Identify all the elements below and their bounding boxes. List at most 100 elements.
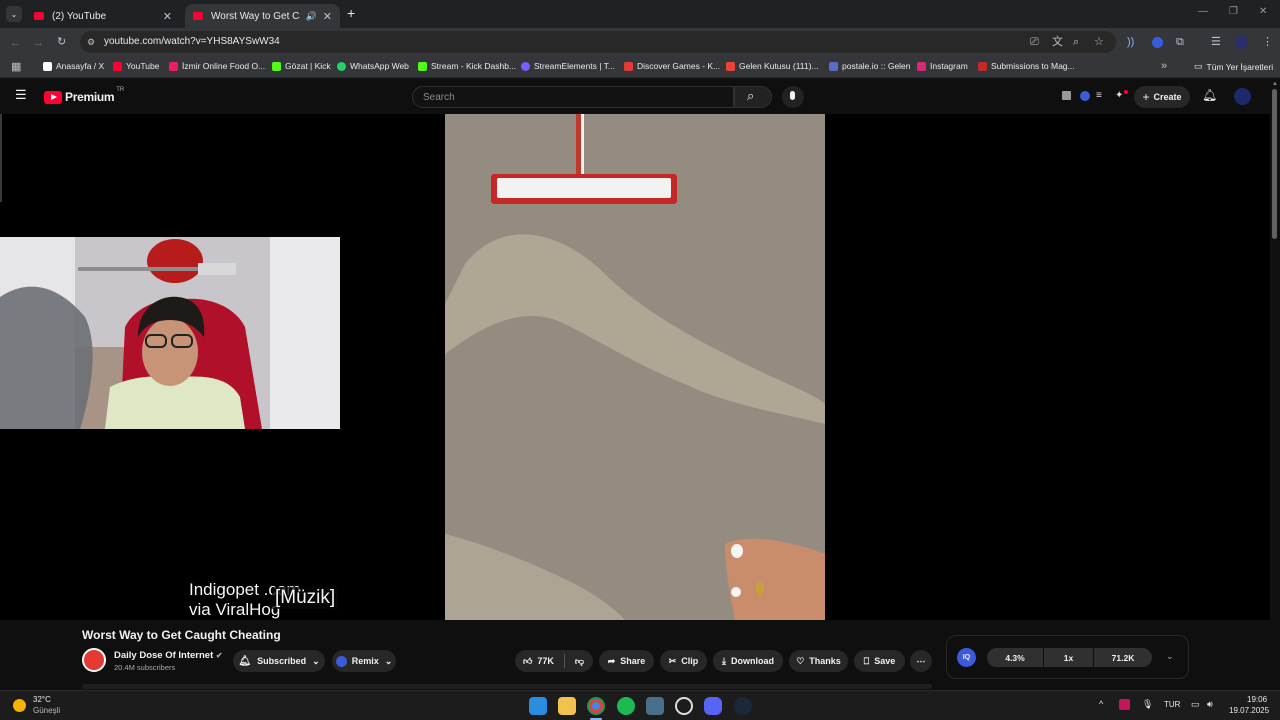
all-bookmarks[interactable]: ▭ Tüm Yer İşaretleri — [1194, 61, 1273, 72]
extension-iq-icon[interactable] — [1080, 91, 1090, 101]
clock-time[interactable]: 19:06 — [1247, 695, 1267, 704]
forward-icon[interactable]: → — [33, 37, 44, 49]
windows-start-icon[interactable] — [529, 697, 547, 715]
steam-icon[interactable] — [734, 697, 752, 715]
bookmark-label: Discover Games - K... — [637, 61, 721, 71]
like-count[interactable]: 77K — [537, 656, 554, 666]
restore-button[interactable]: ❐ — [1229, 6, 1238, 17]
bookmark-instagram[interactable]: Instagram — [917, 61, 968, 71]
account-avatar[interactable] — [1234, 88, 1251, 105]
channel-avatar[interactable] — [82, 648, 106, 672]
spotify-icon[interactable] — [617, 697, 635, 715]
channel-name[interactable]: Daily Dose Of Internet ✔ — [114, 650, 223, 661]
bookmark-kick-dashboard[interactable]: Stream - Kick Dashb... — [418, 61, 516, 71]
tab-search-button[interactable]: ⌄ — [6, 6, 22, 22]
scrollbar-thumb[interactable] — [1272, 89, 1277, 239]
more-actions-button[interactable]: ⋯ — [910, 650, 932, 672]
new-tab-button[interactable]: + — [347, 5, 355, 21]
extensions-puzzle-icon[interactable]: ⧉ — [1176, 36, 1184, 48]
network-icon[interactable]: ▭ — [1191, 699, 1200, 710]
page-scrollbar[interactable]: ▲ — [1270, 79, 1280, 690]
search-button[interactable]: ⌕ — [734, 86, 772, 108]
bookmark-discover-games[interactable]: Discover Games - K... — [624, 61, 720, 71]
volume-icon[interactable]: 🔊︎ — [1207, 699, 1213, 710]
list-icon[interactable]: ≡ — [1096, 90, 1102, 102]
download-icon: ⤓ — [722, 655, 726, 666]
extension-iq-icon[interactable] — [1152, 37, 1163, 48]
chevron-down-icon[interactable]: ⌄ — [1166, 651, 1174, 662]
tab-youtube[interactable]: (2) YouTube ✕ — [26, 4, 180, 28]
weather-desc[interactable]: Güneşli — [33, 706, 60, 715]
media-controls-icon[interactable]: ☰ — [1211, 36, 1221, 48]
file-explorer-icon[interactable] — [558, 697, 576, 715]
bookmark-star-icon[interactable]: ☆ — [1094, 36, 1104, 48]
share-button[interactable]: ➦ Share — [599, 650, 654, 672]
scroll-up-icon[interactable]: ▲ — [1272, 81, 1278, 87]
weather-temp[interactable]: 32°C — [33, 695, 51, 704]
thanks-button[interactable]: ♡ Thanks — [789, 650, 848, 672]
translate-icon[interactable]: 文 — [1052, 36, 1063, 48]
remix-button[interactable]: Remix ⌄ — [332, 650, 396, 672]
download-button[interactable]: ⤓ Download — [713, 650, 783, 672]
bookmark-streamelements[interactable]: StreamElements | T... — [521, 61, 615, 71]
video-frame[interactable] — [445, 114, 825, 620]
bookmark-x[interactable]: Anasayfa / X — [43, 61, 104, 71]
clip-button[interactable]: ✂ Clip — [660, 650, 707, 672]
search-box[interactable] — [412, 86, 734, 108]
youtube-premium-logo[interactable]: Premium TR — [44, 87, 124, 104]
webcam-scene — [0, 237, 340, 429]
iq-badge[interactable]: IQ — [957, 648, 976, 667]
minimize-button[interactable]: — — [1198, 6, 1208, 17]
install-app-icon[interactable]: ⎚ — [1030, 36, 1039, 48]
voice-search-button[interactable] — [782, 86, 804, 108]
back-icon[interactable]: ← — [10, 37, 21, 49]
extension-audio-icon[interactable]: )) — [1127, 36, 1134, 48]
clock-date[interactable]: 19.07.2025 — [1229, 706, 1269, 715]
remix-label: Remix — [351, 656, 379, 666]
chrome-icon[interactable] — [587, 697, 605, 715]
like-icon[interactable]: 👍︎ — [523, 656, 532, 667]
create-button[interactable]: + Create — [1134, 86, 1190, 108]
bookmark-whatsapp[interactable]: WhatsApp Web — [337, 61, 409, 71]
chrome-menu-icon[interactable]: ⋮ — [1262, 36, 1273, 48]
bookmark-icon: ⎕ — [863, 655, 870, 666]
bookmark-youtube[interactable]: YouTube — [113, 61, 159, 71]
verified-icon: ✔ — [215, 651, 223, 660]
bookmark-submissions[interactable]: Submissions to Mag... — [978, 61, 1075, 71]
bookmark-kick-browse[interactable]: Gözat | Kick — [272, 61, 331, 71]
toe-ring — [756, 582, 764, 596]
reload-icon[interactable]: ↻ — [57, 36, 66, 48]
close-tab-icon[interactable]: ✕ — [323, 10, 332, 23]
tab-current-video[interactable]: Worst Way to Get Caught Cheating 🔊 ✕ — [185, 4, 340, 28]
video-player[interactable]: Indigopet .com via ViralHog [Müzik] — [0, 114, 1270, 620]
apps-grid-icon[interactable]: ▦ — [11, 61, 21, 73]
language-indicator[interactable]: TUR — [1164, 700, 1180, 709]
tray-overflow-icon[interactable]: ^ — [1099, 699, 1103, 709]
zoom-icon[interactable]: ⌕ — [1073, 36, 1079, 48]
discord-icon[interactable] — [704, 697, 722, 715]
speaker-icon[interactable]: 🔊 — [306, 11, 317, 22]
window-close-button[interactable]: ✕ — [1259, 6, 1267, 17]
address-bar[interactable]: ⚙ youtube.com/watch?v=YHS8AYSwW34 ⎚ 文 ⌕ … — [80, 31, 1116, 53]
sun-weather-icon[interactable] — [13, 699, 26, 712]
dislike-icon[interactable]: 👎︎ — [575, 656, 584, 667]
save-button[interactable]: ⎕ Save — [854, 650, 905, 672]
app-icon[interactable] — [675, 697, 693, 715]
tools-icon[interactable]: ✦ — [1115, 90, 1123, 102]
bookmark-izmir-food[interactable]: İzmir Online Food O... — [169, 61, 265, 71]
notifications-bell-icon[interactable]: 🔔︎ — [1202, 89, 1217, 101]
extension-icon[interactable] — [1062, 91, 1071, 100]
search-input[interactable] — [413, 88, 733, 107]
site-info-icon[interactable]: ⚙ — [87, 36, 95, 48]
profile-avatar[interactable] — [1235, 36, 1248, 49]
tray-app-icon[interactable] — [1119, 699, 1130, 710]
app-icon[interactable] — [646, 697, 664, 715]
url-text[interactable]: youtube.com/watch?v=YHS8AYSwW34 — [104, 36, 280, 47]
hamburger-menu-icon[interactable]: ☰ — [15, 88, 27, 101]
bookmark-postale[interactable]: postale.io :: Gelen — [829, 61, 911, 71]
bookmark-gmail[interactable]: Gelen Kutusu (111)... — [726, 61, 819, 71]
close-tab-icon[interactable]: ✕ — [163, 10, 172, 23]
microphone-icon[interactable]: 🎙︎ — [1142, 699, 1153, 710]
more-bookmarks-icon[interactable]: » — [1161, 60, 1167, 72]
subscribed-button[interactable]: 🔔︎ Subscribed ⌄ — [233, 650, 325, 672]
